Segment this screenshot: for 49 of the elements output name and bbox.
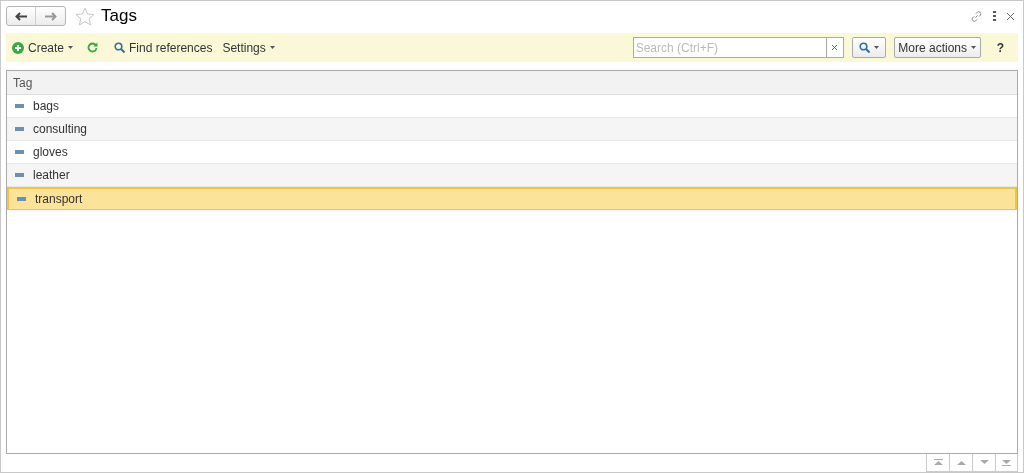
table-cell-text: leather bbox=[33, 167, 70, 184]
search-options-button[interactable] bbox=[851, 37, 886, 58]
double-arrow-icon bbox=[1002, 459, 1011, 466]
link-button[interactable] bbox=[970, 9, 983, 23]
caret-icon bbox=[269, 46, 275, 49]
scroll-up-button[interactable] bbox=[949, 454, 972, 472]
double-arrow-icon bbox=[933, 459, 943, 466]
column-header[interactable]: Tag bbox=[13, 73, 33, 92]
settings-button[interactable]: Settings bbox=[222, 38, 275, 57]
help-button[interactable]: ? bbox=[996, 38, 1004, 57]
create-button[interactable]: Create bbox=[12, 38, 74, 57]
close-button[interactable] bbox=[1007, 12, 1014, 20]
refresh-button[interactable] bbox=[87, 42, 99, 53]
caret-icon bbox=[68, 46, 74, 49]
menu-button[interactable] bbox=[993, 11, 996, 21]
item-icon bbox=[15, 104, 24, 108]
more-vertical-icon bbox=[993, 11, 996, 21]
table-row[interactable]: transport bbox=[7, 187, 1017, 210]
search-icon bbox=[858, 42, 870, 53]
table-row[interactable]: consulting bbox=[7, 118, 1017, 141]
item-icon bbox=[15, 127, 24, 131]
refresh-icon bbox=[87, 42, 99, 53]
find-references-button[interactable]: Find references bbox=[114, 38, 213, 57]
search-field[interactable]: Search (Ctrl+F) bbox=[632, 37, 827, 58]
caret-icon bbox=[873, 46, 879, 49]
left-arrow-icon bbox=[15, 11, 27, 21]
table-cell-text: consulting bbox=[33, 121, 88, 138]
right-arrow-icon bbox=[44, 11, 57, 21]
scroll-top-button[interactable] bbox=[926, 454, 949, 472]
star-icon[interactable] bbox=[75, 6, 95, 26]
table-cell-text: bags bbox=[33, 98, 60, 115]
close-icon bbox=[1007, 12, 1014, 20]
item-icon bbox=[15, 150, 24, 154]
item-icon bbox=[17, 197, 26, 201]
triangle-icon bbox=[956, 459, 966, 466]
caret-icon bbox=[971, 46, 976, 49]
table-cell-text: transport bbox=[35, 191, 83, 208]
scroll-down-button[interactable] bbox=[972, 454, 995, 472]
table-row[interactable]: leather bbox=[7, 164, 1017, 187]
search-icon bbox=[114, 42, 126, 53]
triangle-icon bbox=[979, 459, 989, 466]
item-icon bbox=[15, 173, 24, 177]
scroll-bottom-button[interactable] bbox=[995, 454, 1018, 472]
table-cell-text: gloves bbox=[33, 144, 68, 161]
link-icon bbox=[970, 9, 983, 23]
window-title: Tags bbox=[101, 5, 137, 28]
close-icon bbox=[832, 45, 838, 50]
plus-circle-icon bbox=[12, 41, 24, 54]
more-actions-button[interactable]: More actions bbox=[893, 37, 981, 58]
